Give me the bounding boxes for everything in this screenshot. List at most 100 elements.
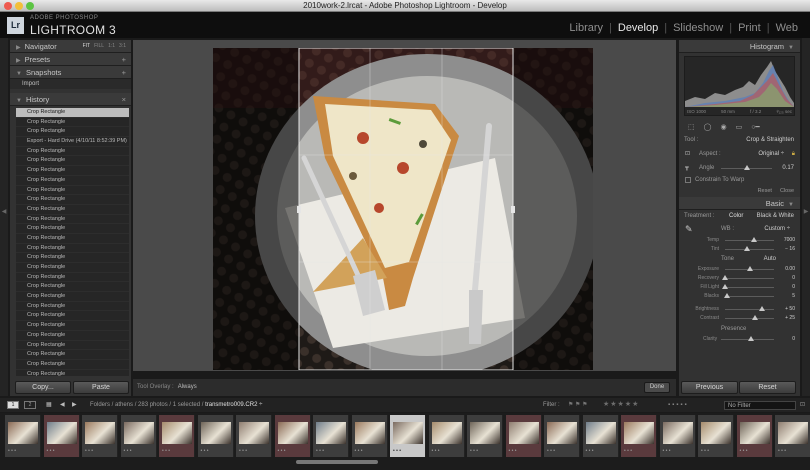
auto-tone-button[interactable]: Auto bbox=[764, 254, 776, 265]
filmstrip-thumbnail[interactable]: • • • bbox=[390, 415, 426, 457]
add-snapshot-icon[interactable]: + bbox=[122, 66, 126, 79]
angle-slider[interactable] bbox=[721, 165, 772, 170]
history-item[interactable]: Crop Rectangle bbox=[16, 205, 129, 215]
aspect-select[interactable]: Original ÷ bbox=[758, 146, 784, 162]
zoom-fit[interactable]: FIT bbox=[83, 43, 91, 49]
flag-filter-icons[interactable]: ⚑ ⚑ ⚑ bbox=[568, 398, 587, 412]
history-item[interactable]: Export - Hard Drive (4/10/11 8:52:39 PM) bbox=[16, 137, 129, 147]
filmstrip-thumbnail[interactable]: • • • bbox=[582, 415, 619, 457]
history-item[interactable]: Crop Rectangle bbox=[16, 176, 129, 186]
filmstrip-thumbnail[interactable]: • • • bbox=[621, 415, 657, 457]
constrain-checkbox[interactable] bbox=[685, 177, 691, 183]
adjustment-slider[interactable] bbox=[725, 246, 774, 251]
previous-button[interactable]: Previous bbox=[681, 381, 738, 394]
filmstrip-thumbnail[interactable]: • • • bbox=[120, 415, 157, 457]
history-item[interactable]: Crop Rectangle bbox=[16, 331, 129, 341]
history-item[interactable]: Crop Rectangle bbox=[16, 166, 129, 176]
history-item[interactable]: Crop Rectangle bbox=[16, 118, 129, 128]
slider-knob[interactable] bbox=[752, 315, 759, 320]
history-item[interactable]: Crop Rectangle bbox=[16, 108, 129, 118]
forward-arrow-icon[interactable]: ▶ bbox=[72, 398, 77, 412]
zoom-3-1[interactable]: 3:1 bbox=[119, 43, 126, 49]
filmstrip-thumbnail[interactable]: • • • bbox=[775, 415, 810, 457]
history-header[interactable]: ▼ History × bbox=[10, 93, 131, 106]
adjustment-slider[interactable] bbox=[725, 306, 774, 311]
filmstrip-thumbnail[interactable]: • • • bbox=[313, 415, 349, 457]
adjustment-slider[interactable] bbox=[722, 275, 774, 280]
eyedropper-icon[interactable]: ✎ bbox=[685, 222, 693, 236]
filmstrip-thumbnail[interactable]: • • • bbox=[274, 415, 311, 457]
history-item[interactable]: Crop Rectangle bbox=[16, 195, 129, 205]
adjustment-brush-icon[interactable]: ○━ bbox=[751, 123, 759, 131]
history-item[interactable]: Crop Rectangle bbox=[16, 224, 129, 234]
wb-select[interactable]: Custom ÷ bbox=[764, 222, 790, 236]
color-label-filter[interactable]: ▪▪▪▪▪ bbox=[668, 398, 689, 412]
slider-knob[interactable] bbox=[758, 306, 765, 311]
filmstrip-scrollbar[interactable] bbox=[296, 460, 378, 464]
photo-preview[interactable] bbox=[213, 48, 593, 370]
tool-overlay-select[interactable]: Always bbox=[178, 384, 197, 390]
presets-header[interactable]: ▶ Presets + bbox=[10, 53, 131, 66]
slider-knob[interactable] bbox=[722, 275, 728, 280]
history-item[interactable]: Crop Rectangle bbox=[16, 215, 129, 225]
filmstrip-thumbnail[interactable]: • • • bbox=[698, 415, 734, 457]
copy-button[interactable]: Copy... bbox=[15, 381, 71, 394]
filmstrip-thumbnail[interactable]: • • • bbox=[467, 415, 503, 457]
crop-frame-icon[interactable]: ⊡ bbox=[685, 146, 690, 162]
slider-knob[interactable] bbox=[722, 284, 728, 289]
history-item[interactable]: Crop Rectangle bbox=[16, 127, 129, 138]
module-develop[interactable]: Develop bbox=[618, 22, 658, 34]
crop-tool-icon[interactable]: ⬚ bbox=[688, 123, 695, 131]
zoom-1-1[interactable]: 1:1 bbox=[108, 43, 115, 49]
treatment-color[interactable]: Color bbox=[729, 210, 743, 222]
history-item[interactable]: Crop Rectangle bbox=[16, 147, 129, 157]
adjustment-slider[interactable] bbox=[725, 237, 774, 242]
paste-button[interactable]: Paste bbox=[73, 381, 129, 394]
slider-knob[interactable] bbox=[746, 266, 753, 271]
treatment-bw[interactable]: Black & White bbox=[757, 210, 794, 222]
history-item[interactable]: Crop Rectangle bbox=[16, 282, 129, 293]
right-panel-toggle[interactable]: ▶ bbox=[802, 38, 810, 396]
adjustment-slider[interactable] bbox=[725, 266, 774, 271]
left-panel-toggle[interactable]: ◀ bbox=[0, 38, 8, 396]
history-item[interactable]: Crop Rectangle bbox=[16, 156, 129, 167]
clear-history-icon[interactable]: × bbox=[122, 93, 126, 106]
clarity-slider[interactable] bbox=[721, 336, 774, 341]
clarity-slider-knob[interactable] bbox=[747, 336, 754, 341]
filter-lock-icon[interactable]: ⊡ bbox=[800, 398, 805, 412]
history-item[interactable]: Crop Rectangle bbox=[16, 292, 129, 302]
history-item[interactable]: Crop Rectangle bbox=[16, 302, 129, 312]
filmstrip-thumbnail[interactable]: • • • bbox=[428, 415, 465, 457]
module-print[interactable]: Print bbox=[738, 22, 761, 34]
crop-close-button[interactable]: Close bbox=[780, 186, 794, 197]
module-slideshow[interactable]: Slideshow bbox=[673, 22, 723, 34]
graduated-filter-icon[interactable]: ▭ bbox=[736, 123, 743, 131]
filmstrip-thumbnail[interactable]: • • • bbox=[659, 415, 696, 457]
lock-icon[interactable]: 🔒︎ bbox=[792, 146, 795, 162]
filmstrip-thumbnail[interactable]: • • • bbox=[236, 415, 272, 457]
straighten-tool-icon[interactable]: ┳ bbox=[685, 162, 689, 174]
histogram-header[interactable]: Histogram ▼ bbox=[679, 40, 800, 53]
snapshot-item[interactable]: Import bbox=[10, 79, 131, 89]
source-breadcrumb[interactable]: Folders / athens / 283 photos / 1 select… bbox=[90, 398, 262, 412]
filmstrip-thumbnail[interactable]: • • • bbox=[736, 415, 773, 457]
filmstrip-thumbnail[interactable]: • • • bbox=[159, 415, 195, 457]
reset-button[interactable]: Reset bbox=[739, 381, 796, 394]
red-eye-icon[interactable]: ◉ bbox=[720, 123, 726, 131]
slider-knob[interactable] bbox=[751, 237, 758, 242]
history-item[interactable]: Crop Rectangle bbox=[16, 263, 129, 273]
history-item[interactable]: Crop Rectangle bbox=[16, 253, 129, 263]
grid-view-icon[interactable]: ▦ bbox=[46, 398, 52, 412]
history-item[interactable]: Crop Rectangle bbox=[16, 273, 129, 283]
filmstrip-thumbnail[interactable]: • • • bbox=[351, 415, 388, 457]
add-preset-icon[interactable]: + bbox=[122, 53, 126, 66]
angle-slider-knob[interactable] bbox=[744, 165, 750, 170]
secondary-display-button[interactable]: 2 bbox=[24, 401, 36, 409]
filmstrip-thumbnail[interactable]: • • • bbox=[5, 415, 41, 457]
slider-knob[interactable] bbox=[724, 293, 731, 298]
image-canvas[interactable] bbox=[133, 40, 676, 371]
crop-reset-button[interactable]: Reset bbox=[758, 186, 772, 197]
filmstrip-thumbnail[interactable]: • • • bbox=[197, 415, 234, 457]
filmstrip-thumbnail[interactable]: • • • bbox=[544, 415, 580, 457]
history-item[interactable]: Crop Rectangle bbox=[16, 370, 129, 376]
